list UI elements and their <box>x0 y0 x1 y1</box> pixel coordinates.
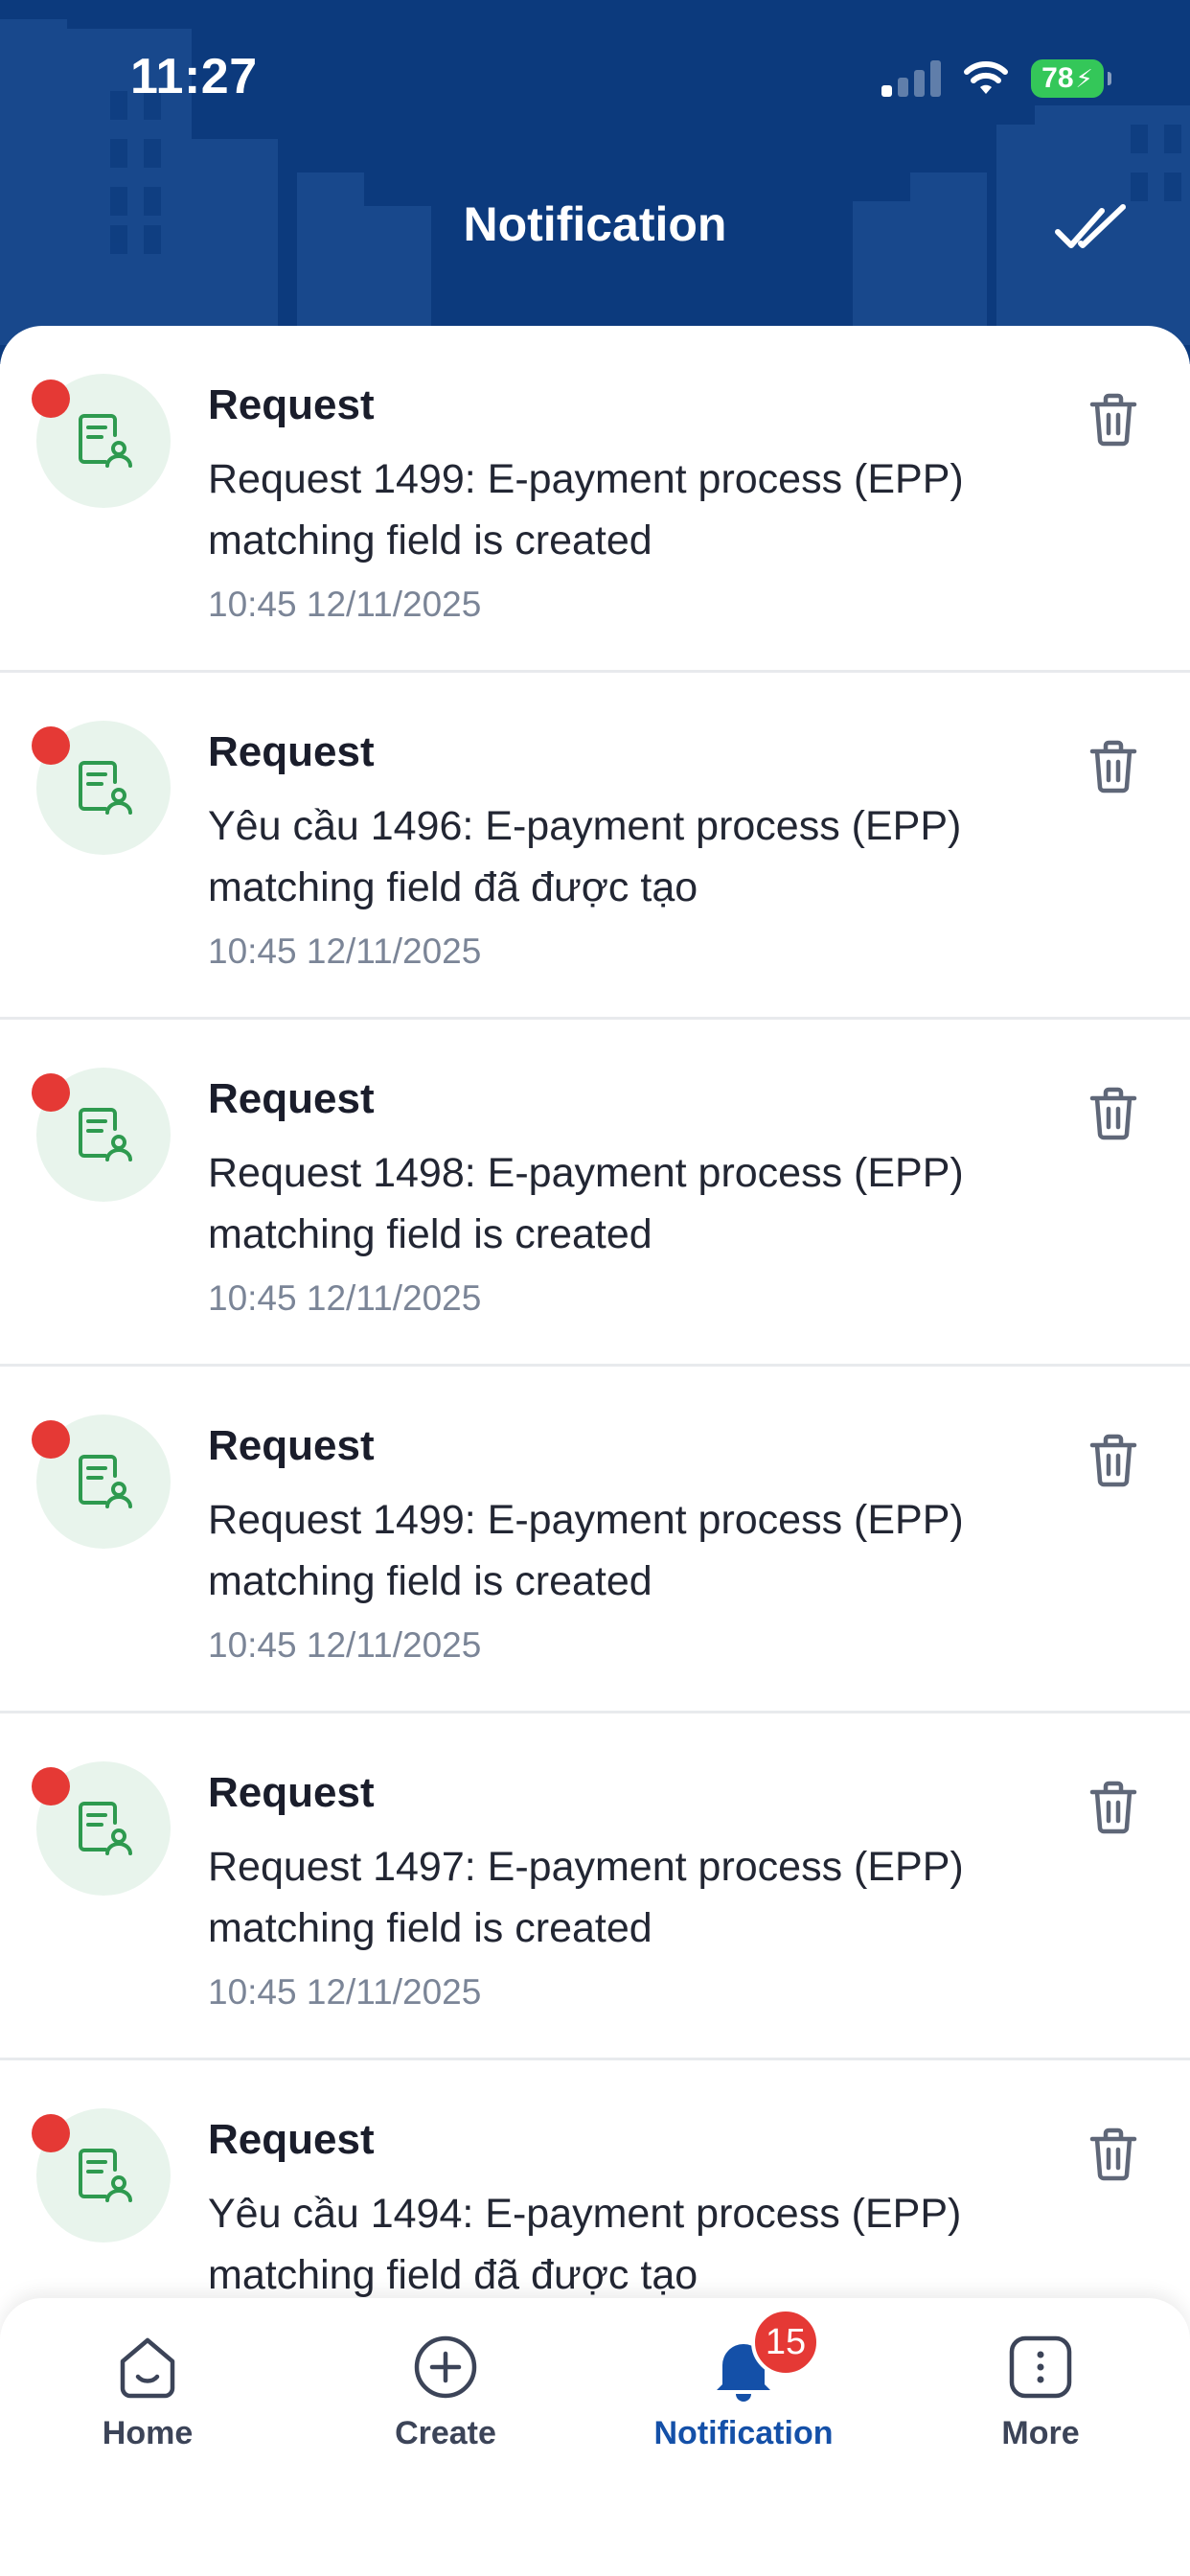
notification-message: Yêu cầu 1494: E-payment process (EPP) ma… <box>208 2191 962 2298</box>
notification-title: Request <box>208 2116 375 2163</box>
notification-time: 10:45 12/11/2025 <box>208 1625 482 1665</box>
request-document-icon <box>79 761 132 815</box>
notification-title: Request <box>208 381 375 428</box>
notification-time: 10:45 12/11/2025 <box>208 1972 482 2012</box>
notification-item[interactable]: Request Yêu cầu 1496: E-payment process … <box>0 673 1190 1020</box>
bell-icon: 15 <box>705 2308 820 2405</box>
notification-item[interactable]: Request Request 1499: E-payment process … <box>0 1367 1190 1714</box>
notification-item[interactable]: Request Request 1497: E-payment process … <box>0 1714 1190 2060</box>
battery-icon: 78 ⚡ <box>1031 59 1111 98</box>
nav-more[interactable]: More <box>935 2329 1146 2452</box>
notification-badge: 15 <box>751 2308 820 2377</box>
status-icons: 78 ⚡ <box>881 56 1111 102</box>
home-icon <box>109 2329 186 2405</box>
more-icon <box>1002 2329 1079 2405</box>
plus-circle-icon <box>407 2329 484 2405</box>
unread-dot <box>32 2114 70 2152</box>
request-document-icon <box>79 414 132 468</box>
trash-icon[interactable] <box>1087 2126 1140 2183</box>
unread-dot <box>32 380 70 418</box>
bottom-nav: Home Create 15 Notification More <box>0 2298 1190 2576</box>
request-document-icon <box>79 2149 132 2202</box>
notification-time: 10:45 12/11/2025 <box>208 1278 482 1318</box>
unread-dot <box>32 726 70 765</box>
notification-time: 10:45 12/11/2025 <box>208 585 482 624</box>
notification-message: Yêu cầu 1496: E-payment process (EPP) ma… <box>208 803 962 910</box>
nav-home-label: Home <box>102 2415 194 2451</box>
header: 11:27 78 ⚡ Notification <box>0 0 1190 364</box>
unread-dot <box>32 1420 70 1459</box>
trash-icon[interactable] <box>1087 1085 1140 1142</box>
request-document-icon <box>79 1455 132 1508</box>
double-check-icon[interactable] <box>1054 199 1131 257</box>
page-title: Notification <box>463 197 727 251</box>
nav-create-label: Create <box>395 2415 496 2451</box>
battery-level: 78 <box>1041 62 1074 94</box>
notification-message: Request 1497: E-payment process (EPP) ma… <box>208 1844 964 1951</box>
notification-time: 10:45 12/11/2025 <box>208 932 482 971</box>
notification-title: Request <box>208 1075 375 1122</box>
nav-more-label: More <box>1001 2415 1080 2451</box>
wifi-icon <box>964 61 1008 94</box>
notification-message: Request 1499: E-payment process (EPP) ma… <box>208 456 964 564</box>
nav-notification-label: Notification <box>653 2415 834 2451</box>
unread-dot <box>32 1767 70 1806</box>
notification-list: Request Request 1499: E-payment process … <box>0 326 1190 2300</box>
notification-title: Request <box>208 1769 375 1816</box>
notification-item[interactable]: Request Yêu cầu 1494: E-payment process … <box>0 2060 1190 2300</box>
cellular-signal-icon <box>881 60 941 97</box>
trash-icon[interactable] <box>1087 391 1140 448</box>
nav-home[interactable]: Home <box>42 2329 253 2452</box>
notification-title: Request <box>208 728 375 775</box>
nav-notification[interactable]: 15 Notification <box>638 2308 849 2452</box>
nav-create[interactable]: Create <box>340 2329 551 2452</box>
notification-title: Request <box>208 1422 375 1469</box>
trash-icon[interactable] <box>1087 1779 1140 1836</box>
notification-message: Request 1499: E-payment process (EPP) ma… <box>208 1497 964 1604</box>
notification-message: Request 1498: E-payment process (EPP) ma… <box>208 1150 964 1257</box>
status-time: 11:27 <box>130 49 258 104</box>
trash-icon[interactable] <box>1087 738 1140 795</box>
request-document-icon <box>79 1108 132 1162</box>
notification-item[interactable]: Request Request 1499: E-payment process … <box>0 326 1190 673</box>
unread-dot <box>32 1073 70 1112</box>
trash-icon[interactable] <box>1087 1432 1140 1489</box>
request-document-icon <box>79 1802 132 1855</box>
notification-item[interactable]: Request Request 1498: E-payment process … <box>0 1020 1190 1367</box>
